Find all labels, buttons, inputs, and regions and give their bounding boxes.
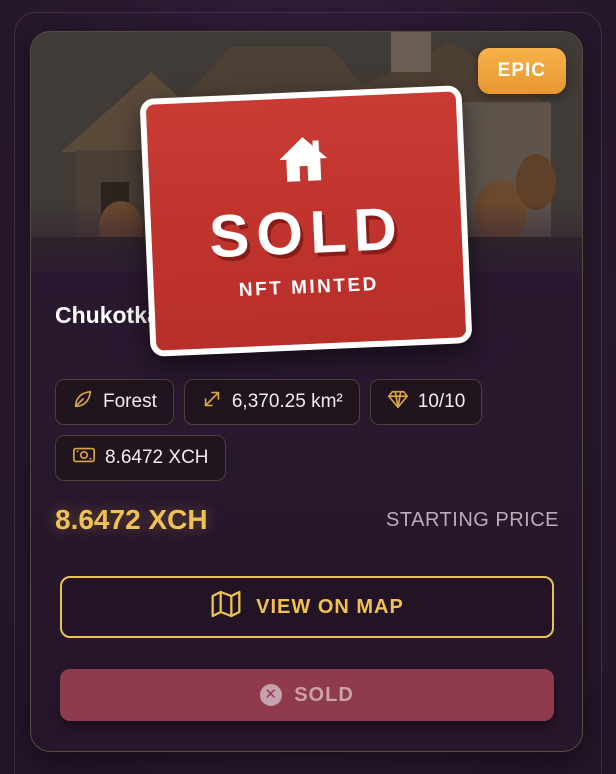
chip-biome: Forest xyxy=(55,379,174,425)
sold-stamp-title: SOLD xyxy=(207,194,406,271)
sold-stamp: SOLD NFT MINTED xyxy=(139,85,473,357)
diamond-icon xyxy=(387,388,409,416)
chip-biome-label: Forest xyxy=(103,391,157,412)
rarity-badge: EPIC xyxy=(477,48,566,94)
chip-area: 6,370.25 km² xyxy=(183,379,360,425)
price-value: 8.6472 XCH xyxy=(55,504,208,535)
map-icon xyxy=(210,588,242,626)
resize-arrows-icon xyxy=(201,388,223,416)
money-icon xyxy=(72,445,96,471)
price-label: STARTING PRICE xyxy=(386,508,559,531)
price-row: 8.6472 XCH STARTING PRICE xyxy=(55,504,559,536)
view-on-map-label: VIEW ON MAP xyxy=(256,595,404,618)
chip-value: 8.6472 XCH xyxy=(55,435,226,481)
sold-button-label: SOLD xyxy=(294,683,354,706)
attribute-chips: Forest 6,370.25 km² 10/10 8.6472 XCH xyxy=(55,379,565,481)
nft-minted-label: NFT MINTED xyxy=(238,273,380,301)
close-circle-icon: ✕ xyxy=(260,684,283,706)
chip-quality-label: 10/10 xyxy=(417,391,466,412)
chip-area-label: 6,370.25 km² xyxy=(231,391,343,412)
chip-value-label: 8.6472 XCH xyxy=(105,447,209,468)
house-icon xyxy=(275,133,331,190)
leaf-icon xyxy=(72,388,94,416)
view-on-map-button[interactable]: VIEW ON MAP xyxy=(60,576,554,638)
sold-button[interactable]: ✕ SOLD xyxy=(60,669,554,721)
chip-quality: 10/10 xyxy=(369,379,483,425)
